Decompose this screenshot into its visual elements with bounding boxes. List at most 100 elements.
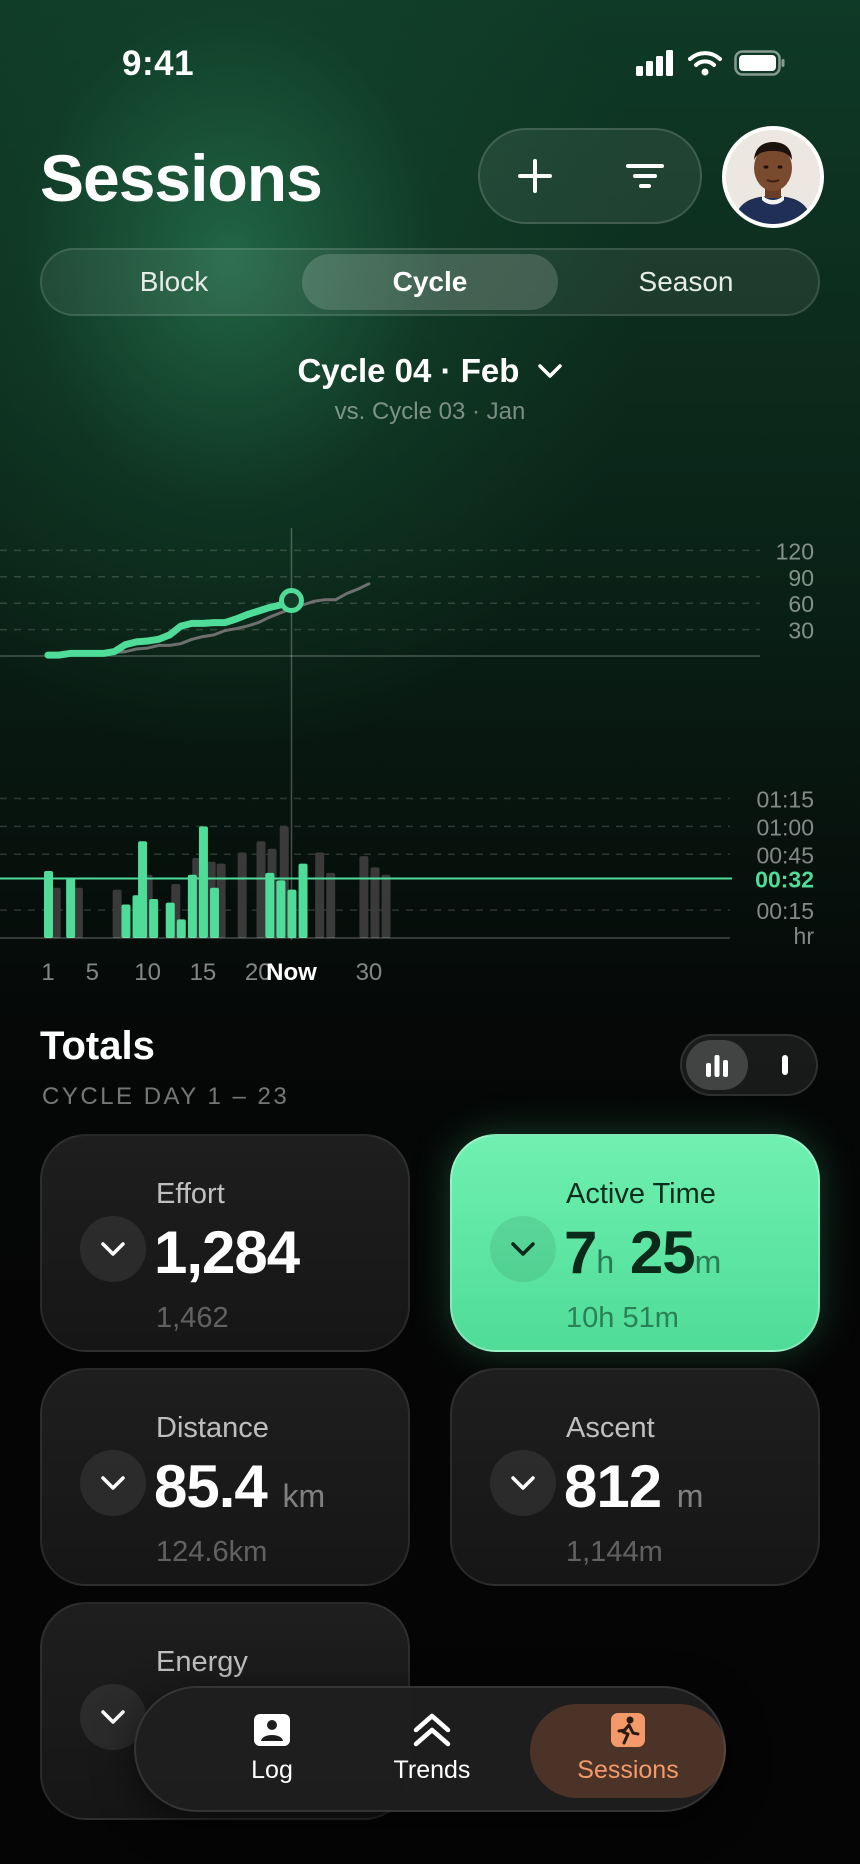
card-previous: 124.6km — [156, 1536, 268, 1568]
distance-unit: km — [282, 1478, 326, 1514]
bar-y-tick-label: 00:15 — [756, 898, 814, 924]
tab-label: Sessions — [577, 1756, 679, 1784]
card-previous: 10h 51m — [566, 1302, 679, 1334]
segment-season[interactable]: Season — [558, 254, 814, 310]
previous-cycle-bar — [112, 889, 122, 938]
previous-cycle-bar — [256, 841, 266, 938]
line-y-tick-label: 120 — [776, 538, 814, 564]
card-value: 1,284 — [154, 1219, 300, 1286]
card-previous: 1,462 — [156, 1302, 229, 1334]
previous-cycle-bar — [326, 872, 336, 938]
effort-card[interactable]: Effort 1,284 1,462 — [40, 1134, 410, 1352]
chevron-down-icon — [511, 1476, 535, 1490]
distance-card[interactable]: Distance 85.4 km 124.6km — [40, 1368, 410, 1586]
previous-cycle-bar — [73, 887, 83, 938]
status-icons — [636, 50, 786, 76]
bar-chart-icon — [706, 1055, 728, 1077]
chevron-down-icon — [101, 1710, 125, 1724]
view-toggle — [680, 1034, 818, 1096]
tab-label: Trends — [393, 1756, 471, 1784]
chevron-down-icon — [537, 364, 562, 378]
previous-cycle-bar — [381, 874, 391, 938]
current-cycle-bar — [210, 887, 220, 938]
previous-cycle-bar — [237, 852, 247, 938]
x-tick-label: 10 — [134, 959, 161, 986]
single-bar-icon — [782, 1055, 788, 1075]
page-title: Sessions — [40, 141, 323, 215]
current-cycle-bar — [198, 826, 208, 938]
current-cycle-bar — [121, 904, 131, 938]
profile-photo — [726, 130, 820, 224]
totals-subtitle: CYCLE DAY 1 – 23 — [42, 1083, 290, 1110]
current-cycle-bar — [149, 898, 159, 938]
card-value: 812 m — [564, 1452, 703, 1521]
active-time-card[interactable]: Active Time 7h 25m 10h 51m — [450, 1134, 820, 1352]
ascent-card[interactable]: Ascent 812 m 1,144m — [450, 1368, 820, 1586]
current-cycle-bar — [276, 880, 286, 938]
line-y-tick-label: 30 — [788, 618, 814, 644]
comparison-label: vs. Cycle 03 · Jan — [334, 398, 526, 425]
previous-cycle-bar — [359, 856, 369, 938]
card-label: Ascent — [566, 1412, 655, 1444]
add-icon[interactable] — [515, 156, 555, 196]
hours-unit: h — [596, 1244, 615, 1280]
distance-value: 85.4 — [154, 1453, 268, 1520]
totals-title: Totals — [40, 1024, 155, 1068]
expand-button[interactable] — [80, 1216, 146, 1282]
card-label: Active Time — [566, 1178, 716, 1210]
x-tick-label: Now — [266, 959, 317, 986]
bar-y-tick-label: 00:45 — [756, 842, 814, 868]
segment-block[interactable]: Block — [46, 254, 302, 310]
hours-value: 7 — [564, 1219, 597, 1286]
card-label: Effort — [156, 1178, 225, 1210]
period-selector[interactable]: Cycle 04 · Feb — [0, 352, 860, 390]
card-label: Energy — [156, 1646, 248, 1678]
segment-cycle[interactable]: Cycle — [302, 254, 558, 310]
chevron-down-icon — [101, 1476, 125, 1490]
current-cycle-bar — [176, 919, 186, 938]
sessions-icon — [611, 1713, 645, 1747]
expand-button[interactable] — [80, 1450, 146, 1516]
chevron-down-icon — [511, 1242, 535, 1256]
previous-cycle-bar — [315, 852, 325, 938]
bar-y-tick-label: 01:00 — [756, 814, 814, 840]
current-cycle-bar — [138, 841, 148, 938]
ascent-unit: m — [676, 1478, 704, 1514]
log-icon — [254, 1714, 290, 1746]
bar-y-unit-label: hr — [794, 923, 815, 949]
x-tick-label: 1 — [41, 959, 54, 986]
bar-view-button[interactable] — [686, 1040, 748, 1090]
expand-button[interactable] — [490, 1450, 556, 1516]
tab-trends[interactable]: Trends — [334, 1704, 530, 1798]
card-previous: 1,144m — [566, 1536, 663, 1568]
x-tick-label: 30 — [356, 959, 383, 986]
tab-bar: Log Trends Sessions — [134, 1686, 726, 1812]
avatar[interactable] — [722, 126, 824, 228]
current-point-marker — [278, 588, 304, 614]
tab-sessions[interactable]: Sessions — [530, 1704, 726, 1798]
wifi-icon — [688, 51, 722, 76]
period-label: Cycle 04 · Feb — [297, 352, 520, 389]
ascent-value: 812 — [564, 1453, 662, 1520]
chevron-down-icon — [101, 1242, 125, 1256]
current-cycle-bar — [298, 863, 308, 938]
cellular-signal-icon — [636, 50, 673, 76]
filter-icon[interactable] — [625, 161, 665, 191]
line-y-tick-label: 60 — [788, 591, 814, 617]
trends-icon — [413, 1713, 451, 1747]
previous-cycle-bar — [51, 887, 61, 938]
single-view-button[interactable] — [754, 1040, 816, 1090]
average-label: 00:32 — [755, 866, 814, 892]
sessions-chart: 12090603001:1501:0000:4500:15hr00:321 5 10… — [0, 528, 815, 986]
line-y-tick-label: 90 — [788, 565, 814, 591]
current-cycle-bar — [66, 878, 76, 938]
battery-icon — [734, 50, 785, 76]
expand-button[interactable] — [490, 1216, 556, 1282]
current-cycle-bar — [265, 872, 275, 938]
period-segmented-control: Block Cycle Season — [40, 248, 820, 316]
current-cycle-bar — [287, 889, 297, 938]
bar-y-tick-label: 01:15 — [756, 787, 814, 813]
x-tick-label: 15 — [190, 959, 217, 986]
current-cycle-bar — [44, 871, 53, 938]
current-cycle-bar — [165, 902, 175, 938]
